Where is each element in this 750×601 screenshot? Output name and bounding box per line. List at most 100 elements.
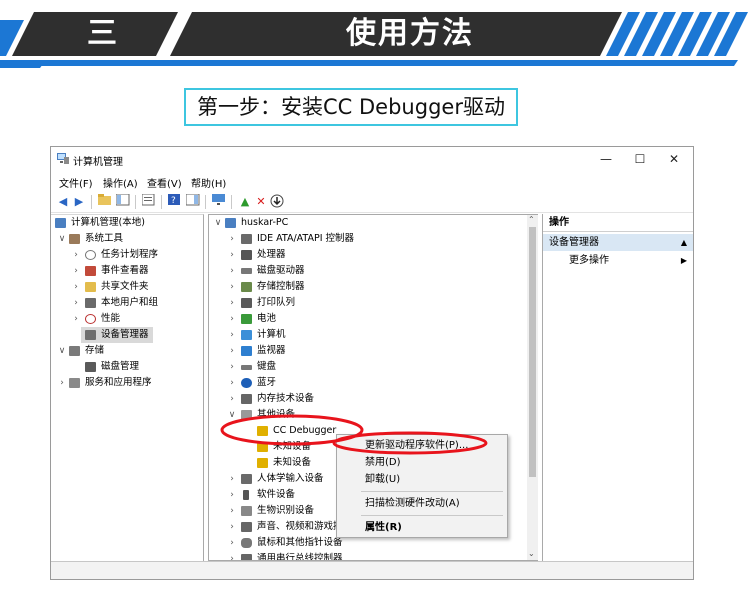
back-icon[interactable]: ◀ xyxy=(55,194,71,210)
hid-icon xyxy=(241,474,252,484)
vertical-scrollbar[interactable]: ⌃ ⌄ xyxy=(527,215,538,560)
device-root[interactable]: ∨ huskar-PC xyxy=(209,215,509,231)
chevron-right-icon[interactable]: › xyxy=(227,311,237,327)
up-folder-icon[interactable] xyxy=(97,194,113,210)
console-tree: 计算机管理(本地) ∨ 系统工具 › 任务计划程序 › 事件查看器 › 共享文件… xyxy=(51,214,204,561)
scroll-down-icon[interactable]: ⌄ xyxy=(528,549,535,558)
scroll-up-icon[interactable]: ⌃ xyxy=(528,215,535,224)
chevron-right-icon[interactable]: › xyxy=(227,519,237,535)
collapse-icon[interactable]: ▲ xyxy=(681,234,687,251)
menu-disable[interactable]: 禁用(D) xyxy=(337,454,507,471)
tree-item-performance[interactable]: › 性能 xyxy=(51,311,201,327)
chevron-right-icon[interactable]: › xyxy=(227,391,237,407)
processor-icon xyxy=(241,250,252,260)
tree-item-device-manager[interactable]: 设备管理器 xyxy=(81,327,153,343)
monitor-icon[interactable] xyxy=(211,194,227,210)
device-category[interactable]: › 电池 xyxy=(209,311,509,327)
device-category[interactable]: › 通用串行总线控制器 xyxy=(209,551,509,560)
maximize-button[interactable]: ☐ xyxy=(625,150,655,168)
tree-item-system-tools[interactable]: ∨ 系统工具 xyxy=(51,231,201,247)
chevron-right-icon[interactable]: › xyxy=(71,263,81,279)
tree-item-event-viewer[interactable]: › 事件查看器 xyxy=(51,263,201,279)
device-category[interactable]: › 键盘 xyxy=(209,359,509,375)
chevron-right-icon[interactable]: › xyxy=(227,535,237,551)
menu-help[interactable]: 帮助(H) xyxy=(191,175,226,190)
chevron-right-icon[interactable]: › xyxy=(227,247,237,263)
shared-folder-icon xyxy=(85,282,96,292)
menu-properties[interactable]: 属性(R) xyxy=(337,519,507,536)
tree-item-task-scheduler[interactable]: › 任务计划程序 xyxy=(51,247,201,263)
monitor-icon xyxy=(241,346,252,356)
chevron-right-icon[interactable]: › xyxy=(227,263,237,279)
usb-icon xyxy=(241,554,252,560)
chevron-right-icon[interactable]: › xyxy=(227,231,237,247)
chevron-right-icon[interactable]: › xyxy=(227,295,237,311)
chevron-right-icon[interactable]: › xyxy=(227,279,237,295)
storage-controller-icon xyxy=(241,282,252,292)
toolbar: ◀ ▶ ? ▲ ✕ xyxy=(51,191,693,213)
printer-icon xyxy=(241,298,252,308)
chevron-right-icon[interactable]: › xyxy=(227,375,237,391)
other-devices-icon xyxy=(241,410,252,420)
chevron-down-icon[interactable]: ∨ xyxy=(227,407,237,423)
warning-icon xyxy=(257,426,268,436)
menu-uninstall[interactable]: 卸载(U) xyxy=(337,471,507,488)
device-category[interactable]: › 内存技术设备 xyxy=(209,391,509,407)
show-hide-tree-icon[interactable] xyxy=(115,193,131,210)
chevron-right-icon[interactable]: › xyxy=(227,359,237,375)
chevron-right-icon[interactable]: › xyxy=(227,503,237,519)
chevron-down-icon[interactable]: ∨ xyxy=(57,343,67,359)
tree-item-services[interactable]: › 服务和应用程序 xyxy=(51,375,201,391)
chevron-right-icon[interactable]: › xyxy=(227,327,237,343)
keyboard-icon xyxy=(241,365,252,370)
menu-view[interactable]: 查看(V) xyxy=(147,175,182,190)
actions-section-device-manager[interactable]: 设备管理器 ▲ xyxy=(543,234,693,251)
chevron-down-icon[interactable]: ∨ xyxy=(213,215,223,231)
tree-item-storage[interactable]: ∨ 存储 xyxy=(51,343,201,359)
chevron-right-icon[interactable]: › xyxy=(227,487,237,503)
tree-item-computer-management[interactable]: 计算机管理(本地) xyxy=(51,215,201,231)
computer-management-icon xyxy=(55,218,66,228)
device-category[interactable]: › 磁盘驱动器 xyxy=(209,263,509,279)
chevron-right-icon[interactable]: › xyxy=(227,551,237,560)
chevron-right-icon[interactable]: › xyxy=(71,279,81,295)
device-manager-icon xyxy=(85,330,96,340)
forward-icon[interactable]: ▶ xyxy=(71,194,87,210)
tree-item-local-users[interactable]: › 本地用户和组 xyxy=(51,295,201,311)
properties-icon[interactable] xyxy=(141,193,157,210)
minimize-button[interactable]: — xyxy=(591,150,621,168)
scrollbar-thumb[interactable] xyxy=(529,227,536,477)
tools-icon xyxy=(69,234,80,244)
device-category-other[interactable]: ∨ 其他设备 xyxy=(209,407,509,423)
more-actions[interactable]: 更多操作 ▶ xyxy=(543,253,693,269)
menu-file[interactable]: 文件(F) xyxy=(59,175,93,190)
device-category[interactable]: › 蓝牙 xyxy=(209,375,509,391)
menu-action[interactable]: 操作(A) xyxy=(103,175,138,190)
show-action-pane-icon[interactable] xyxy=(185,193,201,210)
scan-hardware-icon[interactable] xyxy=(269,194,285,210)
device-category[interactable]: › 计算机 xyxy=(209,327,509,343)
chevron-right-icon[interactable]: › xyxy=(227,471,237,487)
close-button[interactable]: ✕ xyxy=(659,150,689,168)
menu-update-driver[interactable]: 更新驱动程序软件(P)... xyxy=(337,437,507,454)
uninstall-icon[interactable]: ✕ xyxy=(253,194,269,210)
chevron-right-icon[interactable]: › xyxy=(227,343,237,359)
device-category[interactable]: › 处理器 xyxy=(209,247,509,263)
device-category[interactable]: › 监视器 xyxy=(209,343,509,359)
update-driver-icon[interactable]: ▲ xyxy=(237,194,253,210)
svg-text:?: ? xyxy=(171,196,176,206)
tree-item-shared-folders[interactable]: › 共享文件夹 xyxy=(51,279,201,295)
device-category[interactable]: › 存储控制器 xyxy=(209,279,509,295)
chevron-right-icon[interactable]: › xyxy=(71,311,81,327)
chevron-right-icon[interactable]: › xyxy=(57,375,67,391)
device-category[interactable]: › IDE ATA/ATAPI 控制器 xyxy=(209,231,509,247)
chevron-down-icon[interactable]: ∨ xyxy=(57,231,67,247)
chevron-right-icon[interactable]: › xyxy=(71,295,81,311)
device-category[interactable]: › 打印队列 xyxy=(209,295,509,311)
menu-separator xyxy=(361,515,503,516)
help-icon[interactable]: ? xyxy=(167,194,183,210)
tree-item-disk-management[interactable]: 磁盘管理 xyxy=(51,359,201,375)
computer-icon xyxy=(225,218,236,228)
menu-scan-hardware[interactable]: 扫描检测硬件改动(A) xyxy=(337,495,507,512)
chevron-right-icon[interactable]: › xyxy=(71,247,81,263)
